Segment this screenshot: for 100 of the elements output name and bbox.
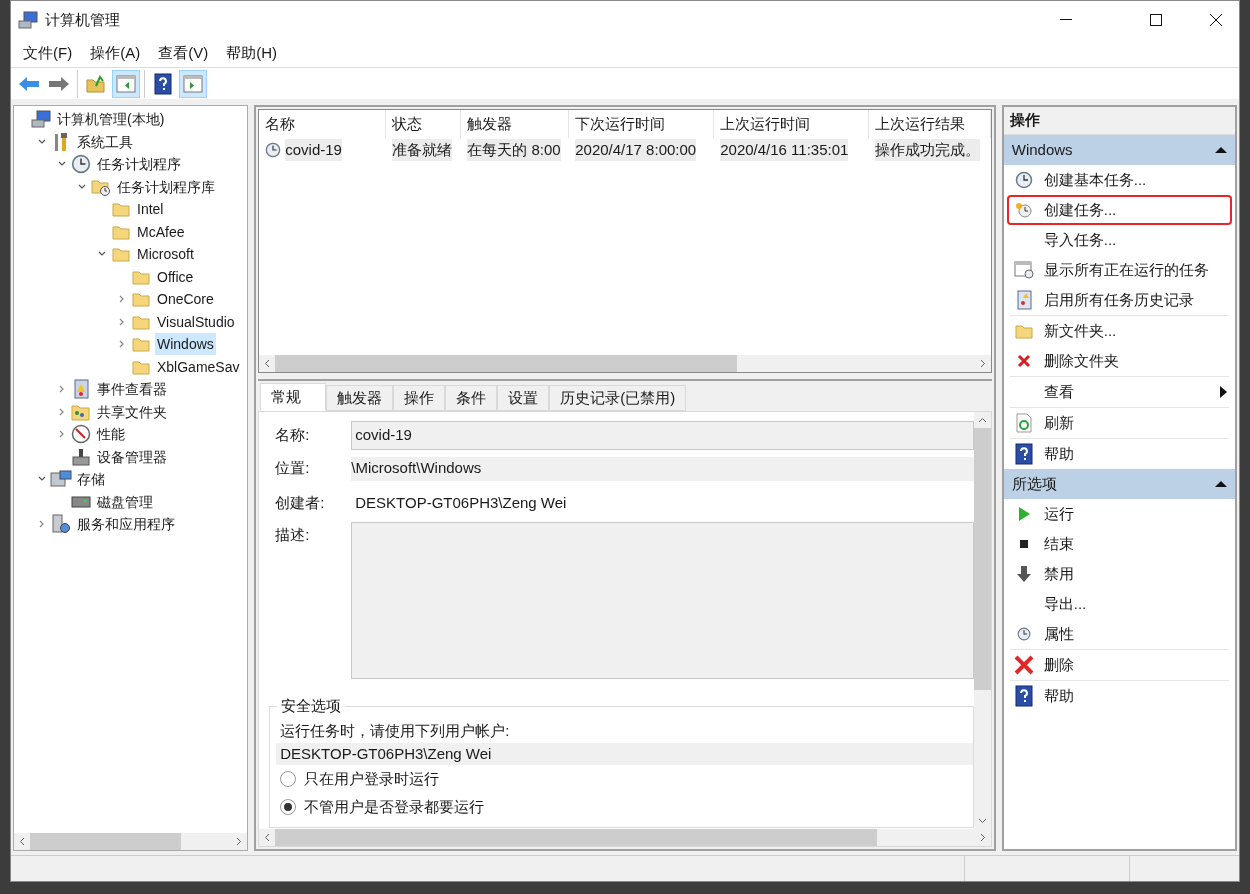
tree-item[interactable]: Windows — [155, 333, 216, 356]
name-field[interactable]: covid-19 — [351, 420, 974, 450]
action-item[interactable]: 禁用 — [1006, 559, 1232, 589]
action-item[interactable]: 导出... — [1006, 589, 1232, 619]
scroll-left-icon[interactable] — [264, 359, 271, 368]
tree-pane-icon — [116, 74, 136, 93]
account-value: DESKTOP-GT06PH3\Zeng Wei — [276, 743, 973, 765]
table-cell: 操作成功完成。 — [875, 138, 981, 162]
column-header[interactable]: 下次运行时间 — [569, 110, 715, 138]
delete-icon — [1016, 354, 1031, 368]
column-header[interactable]: 名称 — [259, 110, 387, 138]
tree-item[interactable]: 存储 — [75, 468, 107, 491]
radio-button[interactable] — [280, 771, 297, 787]
shared-folder-icon — [71, 402, 91, 421]
action-item[interactable]: 启用所有任务历史记录 — [1006, 285, 1232, 315]
tree-item[interactable]: 事件查看器 — [95, 378, 169, 401]
radio-label[interactable]: 只在用户登录时运行 — [304, 767, 440, 791]
scroll-right-icon[interactable] — [236, 837, 243, 846]
tree-item[interactable]: 共享文件夹 — [95, 400, 169, 423]
menu-item[interactable]: 帮助(H) — [220, 41, 283, 65]
server-gear-icon — [51, 514, 71, 535]
folder-icon — [132, 268, 150, 285]
tree-item[interactable]: 磁盘管理 — [95, 490, 155, 513]
delete-icon — [1013, 655, 1034, 675]
tree-item[interactable]: 任务计划程序 — [95, 153, 183, 176]
tree-item[interactable]: 计算机管理(本地) — [55, 108, 167, 131]
section-header[interactable]: Windows — [1003, 135, 1235, 165]
scroll-left-icon[interactable] — [264, 833, 271, 842]
horizontal-scrollbar[interactable] — [259, 829, 991, 846]
tree-item[interactable]: 性能 — [95, 423, 127, 446]
tree-item[interactable]: Microsoft — [135, 243, 196, 266]
menu-item[interactable]: 操作(A) — [84, 41, 147, 65]
tab[interactable]: 操作 — [393, 385, 446, 411]
scroll-up-icon[interactable] — [977, 417, 987, 423]
column-header[interactable]: 状态 — [386, 110, 462, 138]
author-value: DESKTOP-GT06PH3\Zeng Wei — [354, 492, 567, 513]
column-header[interactable]: 触发器 — [461, 110, 570, 138]
action-item[interactable]: 删除 — [1006, 650, 1232, 680]
action-item[interactable]: 导入任务... — [1006, 225, 1232, 255]
notebook-icon — [1014, 290, 1033, 310]
section-header[interactable]: 所选项 — [1003, 469, 1235, 499]
tab[interactable]: 常规 — [260, 383, 327, 411]
menu-item[interactable]: 文件(F) — [17, 41, 79, 65]
action-item[interactable]: 创建基本任务... — [1006, 165, 1232, 195]
folder-icon — [132, 291, 150, 308]
scroll-left-icon[interactable] — [19, 837, 25, 846]
scroll-right-icon[interactable] — [979, 359, 986, 368]
action-item[interactable]: 新文件夹... — [1006, 316, 1232, 346]
table-cell: covid-19 — [285, 138, 342, 162]
close-icon — [1210, 14, 1222, 26]
column-header[interactable]: 上次运行时间 — [714, 110, 870, 138]
back-arrow-icon — [18, 75, 40, 92]
horizontal-scrollbar[interactable] — [14, 833, 248, 850]
action-pane-icon — [183, 74, 203, 93]
notebook-icon — [72, 379, 90, 400]
clock-folder-icon — [91, 177, 111, 196]
window-clock-icon — [1013, 261, 1034, 279]
action-item[interactable]: 创建任务... — [1006, 195, 1232, 225]
window-title: 计算机管理 — [45, 9, 120, 30]
radio-button[interactable] — [280, 799, 297, 815]
gauge-icon — [71, 424, 91, 445]
action-item[interactable]: 运行 — [1006, 499, 1232, 529]
tab[interactable]: 触发器 — [326, 385, 394, 411]
action-item[interactable]: 删除文件夹 — [1006, 346, 1232, 376]
action-item[interactable]: 显示所有正在运行的任务 — [1006, 255, 1232, 285]
tree-item[interactable]: 服务和应用程序 — [75, 513, 177, 536]
field-label: 描述: — [275, 525, 311, 545]
tab[interactable]: 条件 — [445, 385, 498, 411]
help-icon — [154, 72, 172, 95]
tree-item[interactable]: 设备管理器 — [95, 445, 169, 468]
action-item[interactable]: 属性 — [1006, 619, 1232, 649]
tree-item[interactable]: 系统工具 — [75, 130, 135, 153]
action-item[interactable]: 帮助 — [1006, 681, 1232, 711]
clock-icon — [71, 154, 91, 175]
radio-label[interactable]: 不管用户是否登录都要运行 — [304, 795, 485, 819]
action-item[interactable]: 刷新 — [1006, 408, 1232, 438]
tab[interactable]: 设置 — [497, 385, 550, 411]
tree-item[interactable]: OneCore — [155, 288, 216, 311]
column-header[interactable]: 上次运行结果 — [869, 110, 991, 138]
description-field[interactable] — [351, 522, 974, 679]
tree-item[interactable]: Intel — [135, 198, 166, 221]
horizontal-scrollbar[interactable] — [259, 355, 991, 372]
action-item[interactable]: 帮助 — [1006, 439, 1232, 469]
scroll-down-icon[interactable] — [977, 818, 987, 824]
forward-arrow-icon — [48, 75, 70, 92]
field-label: 位置: — [275, 458, 311, 479]
menu-item[interactable]: 查看(V) — [152, 41, 215, 65]
section-title: Windows — [1011, 139, 1073, 160]
tree-item[interactable]: VisualStudio — [155, 310, 237, 333]
vertical-scrollbar[interactable] — [973, 412, 991, 829]
tab[interactable]: 历史记录(已禁用) — [549, 385, 687, 411]
action-item[interactable]: 结束 — [1006, 529, 1232, 559]
tree-item[interactable]: McAfee — [135, 220, 187, 243]
tree-item[interactable]: XblGameSav — [155, 355, 242, 378]
table-cell: 2020/4/17 8:00:00 — [575, 138, 697, 162]
tree-item[interactable]: 任务计划程序库 — [115, 175, 217, 198]
action-item[interactable]: 查看 — [1006, 377, 1232, 407]
tree-item[interactable]: Office — [155, 265, 196, 288]
scroll-right-icon[interactable] — [979, 833, 986, 842]
maximize-icon — [1150, 14, 1162, 26]
